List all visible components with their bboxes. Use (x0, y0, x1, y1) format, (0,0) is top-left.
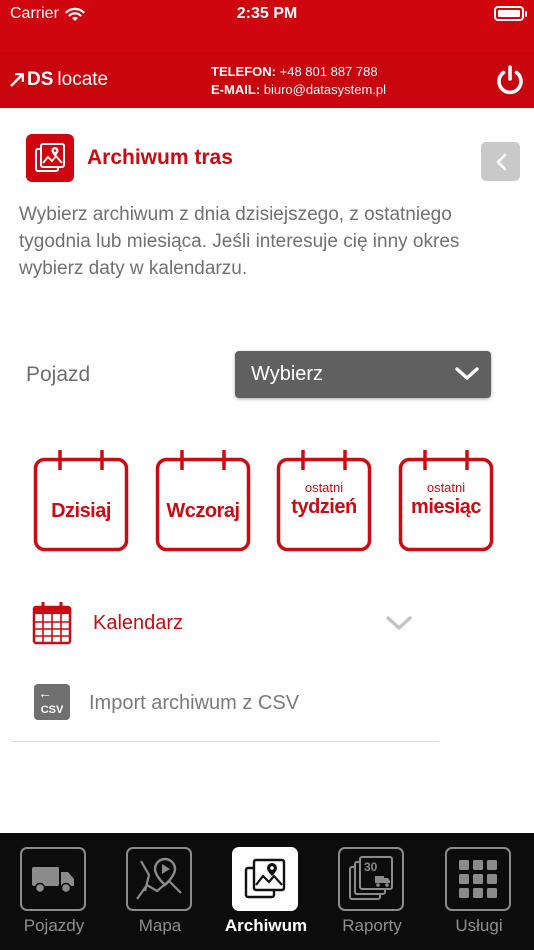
arrow-logo-icon (10, 73, 24, 87)
status-bar: Carrier 2:35 PM (0, 0, 534, 52)
screen: Carrier 2:35 PM DS locate TELEFON: +48 8… (0, 0, 534, 950)
tab-icon-frame (232, 847, 298, 911)
logo-ds: DS (27, 69, 54, 90)
range-yesterday-label: Wczoraj (166, 500, 240, 522)
tab-bar: Pojazdy Mapa Archiwum 30 Raporty Usługi (0, 833, 534, 950)
email-value[interactable]: biuro@datasystem.pl (264, 82, 386, 97)
range-today-button[interactable]: Dzisiaj (33, 448, 129, 552)
contact-info: TELEFON: +48 801 887 788 E-MAIL: biuro@d… (211, 63, 386, 99)
chevron-left-icon (496, 153, 506, 170)
truck-icon (32, 867, 74, 894)
csv-import-icon: ← CSV (34, 684, 70, 720)
power-icon[interactable] (494, 64, 526, 96)
tab-uslugi[interactable]: Usługi (435, 845, 523, 945)
page-title: Archiwum tras (87, 146, 233, 169)
chevron-down-icon (386, 616, 412, 630)
map-icon (136, 857, 182, 900)
range-today-label: Dzisiaj (51, 500, 111, 522)
tab-label: Usługi (455, 916, 503, 935)
archive-map-icon (244, 858, 286, 899)
range-last-week-label: tydzień (291, 496, 357, 518)
tab-icon-frame (20, 847, 86, 911)
archive-map-icon (26, 134, 74, 182)
phone-label: TELEFON: (211, 64, 276, 79)
import-csv-label: Import archiwum z CSV (89, 692, 300, 714)
ds-locate-logo: DS locate (10, 69, 108, 91)
vehicle-select[interactable]: Wybierz (235, 351, 491, 398)
calendar-grid-icon (32, 602, 72, 645)
tab-icon-frame (445, 847, 511, 911)
range-last-month-button[interactable]: ostatni miesiąc (398, 448, 494, 552)
calendar-row[interactable]: Kalendarz (32, 601, 422, 645)
tab-icon-frame: 30 (338, 847, 404, 911)
arrow-left-icon: ← (38, 685, 52, 701)
divider (12, 741, 439, 742)
range-last-week-top: ostatni (304, 480, 344, 495)
import-csv-row[interactable]: ← CSV Import archiwum z CSV (34, 684, 434, 724)
battery-icon (494, 6, 527, 21)
back-button[interactable] (481, 142, 520, 181)
tab-icon-frame (126, 847, 192, 911)
range-last-week-button[interactable]: ostatni tydzień (276, 448, 372, 552)
svg-text:30: 30 (364, 860, 378, 874)
chevron-down-icon (455, 367, 479, 380)
tab-pojazdy[interactable]: Pojazdy (10, 845, 98, 945)
page-description: Wybierz archiwum z dnia dzisiejszego, z … (19, 204, 460, 279)
logo-locate: locate (57, 69, 109, 90)
tab-label: Raporty (342, 916, 402, 935)
status-time: 2:35 PM (236, 5, 298, 22)
tab-mapa[interactable]: Mapa (116, 845, 204, 945)
tab-label: Pojazdy (23, 916, 85, 935)
vehicle-select-value: Wybierz (251, 363, 324, 385)
range-last-month-top: ostatni (426, 480, 466, 495)
range-last-month-label: miesiąc (411, 496, 481, 518)
tab-label: Mapa (138, 916, 182, 935)
range-yesterday-button[interactable]: Wczoraj (155, 448, 251, 552)
brand-header: DS locate TELEFON: +48 801 887 788 E-MAI… (0, 52, 534, 108)
phone-value[interactable]: +48 801 887 788 (280, 64, 378, 79)
csv-icon-text: CSV (40, 704, 64, 716)
phone-line: TELEFON: +48 801 887 788 (211, 63, 386, 81)
reports-icon: 30 (349, 856, 393, 900)
grid-icon (459, 860, 497, 898)
page-header: Archiwum tras (26, 134, 233, 182)
tab-archiwum[interactable]: Archiwum (222, 845, 310, 945)
tab-label: Archiwum (224, 916, 308, 935)
tab-raporty[interactable]: 30 Raporty (328, 845, 416, 945)
email-line: E-MAIL: biuro@datasystem.pl (211, 81, 386, 99)
calendar-label: Kalendarz (93, 612, 184, 634)
vehicle-label: Pojazd (26, 363, 91, 386)
email-label: E-MAIL: (211, 82, 261, 97)
